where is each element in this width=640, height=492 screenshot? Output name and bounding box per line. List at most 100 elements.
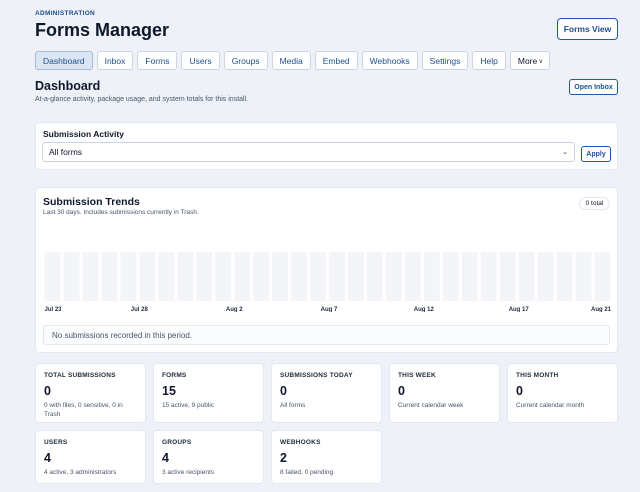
chart-bar-track [537,252,554,301]
tab-more[interactable]: More v [509,51,551,70]
chart-bar-track [120,252,137,301]
submission-activity-card: Submission Activity All forms ⌄ Apply [35,122,618,170]
stat-label: WEBHOOKS [280,439,321,446]
submission-activity-title: Submission Activity [43,129,124,139]
chevron-down-icon: ⌄ [562,149,568,156]
page-header: ADMINISTRATION Forms Manager [35,10,169,41]
stat-detail: 8 failed, 0 pending [280,469,334,476]
empty-state-message: No submissions recorded in this period. [43,325,610,345]
chart-bar-track [234,252,251,301]
total-count-badge: 0 total [579,197,610,210]
chart-bar-track [348,252,364,301]
trends-title: Submission Trends [43,196,140,208]
chart-bar-track [461,252,478,301]
page-title: Dashboard [35,79,101,93]
stat-value: 4 [162,451,169,465]
chart-bar-track [423,252,440,301]
form-filter-select[interactable]: All forms ⌄ [42,142,575,162]
page-subtitle: At-a-glance activity, package usage, and… [35,96,249,103]
stat-detail: Current calendar week [398,402,464,409]
chart-bar-track [101,252,118,301]
chart-bar-track [44,252,61,301]
chevron-down-icon: v [539,58,543,65]
stat-card-users: USERS 4 4 active, 3 administrators [35,430,146,484]
stat-label: THIS WEEK [398,372,436,379]
stat-card-forms: FORMS 15 15 active, 9 public [153,363,264,423]
app-title: Forms Manager [35,20,170,40]
chart-bar-track [215,252,232,301]
section-eyebrow: ADMINISTRATION [35,10,96,17]
stat-card-submissions-today: SUBMISSIONS TODAY 0 All forms [271,363,382,423]
stat-detail: Current calendar month [516,402,585,409]
chart-bar-track [575,252,592,301]
tab-webhooks[interactable]: Webhooks [361,51,418,70]
apply-button[interactable]: Apply [581,146,611,162]
stat-card-total-submissions: TOTAL SUBMISSIONS 0 0 with files, 0 sens… [35,363,146,423]
chart-bar-track [366,252,383,301]
x-tick-label: Aug 21 [591,307,612,312]
trends-subtitle: Last 30 days. Includes submissions curre… [43,209,199,216]
tab-settings[interactable]: Settings [421,51,469,70]
x-tick-label: Aug 12 [414,307,435,312]
main-tabs: Dashboard Inbox Forms Users Groups Media… [35,51,551,70]
chart-bar-track [196,252,213,301]
stat-label: THIS MONTH [516,372,559,379]
stat-detail: 3 active recipients [162,469,215,476]
stat-detail: 0 with files, 0 sensitive, 0 in Trash [44,402,123,418]
chart-bar-track [291,252,308,301]
chart-bar-track [556,252,573,301]
submission-trends-card: Submission Trends Last 30 days. Includes… [35,187,618,353]
tab-help[interactable]: Help [472,51,506,70]
chart-bar-track [442,252,459,301]
tab-users[interactable]: Users [181,51,220,70]
stat-label: TOTAL SUBMISSIONS [44,372,116,379]
stat-detail: 15 active, 9 public [162,402,215,409]
stat-detail: All forms [280,402,306,409]
chart-bar-track [518,252,535,301]
chart-bar-track [385,252,402,301]
stat-label: GROUPS [162,439,192,446]
chart-bar-track [63,252,80,301]
x-tick-label: Aug 17 [509,307,530,312]
stat-value: 0 [44,384,51,398]
stat-label: SUBMISSIONS TODAY [280,372,353,379]
form-filter-value: All forms [49,147,83,157]
chart-bar-track [480,252,497,301]
chart-bar-track [310,252,326,301]
stat-card-webhooks: WEBHOOKS 2 8 failed, 0 pending [271,430,382,484]
tab-embed[interactable]: Embed [314,51,358,70]
x-tick-label: Jul 23 [45,307,63,312]
x-tick-label: Aug 7 [321,307,338,312]
tab-forms[interactable]: Forms [137,51,178,70]
stat-value: 0 [516,384,523,398]
tab-dashboard[interactable]: Dashboard [35,51,93,70]
stat-card-groups: GROUPS 4 3 active recipients [153,430,264,484]
tab-media[interactable]: Media [271,51,311,70]
stat-label: FORMS [162,372,187,379]
open-inbox-button[interactable]: Open Inbox [569,79,618,95]
stat-value: 4 [44,451,51,465]
trends-chart-svg: Jul 23 Jul 28 Aug 2 Aug 7 Aug 12 Aug 17 Aug 21 [44,252,612,312]
chart-bar-track [329,252,345,301]
stat-value: 0 [398,384,405,398]
chart-bar-track [177,252,194,301]
tab-inbox[interactable]: Inbox [96,51,134,70]
stat-value: 2 [280,451,287,465]
tab-more-label: More [517,55,538,66]
chart-bar-track [82,252,99,301]
stat-label: USERS [44,439,68,446]
trends-chart: Jul 23 Jul 28 Aug 2 Aug 7 Aug 12 Aug 17 Aug 21 [43,222,612,312]
stat-value: 0 [280,384,287,398]
tab-groups[interactable]: Groups [223,51,268,70]
stat-value: 15 [162,384,176,398]
chart-bar-track [253,252,270,301]
x-tick-label: Aug 2 [226,307,243,312]
stat-card-this-month: THIS MONTH 0 Current calendar month [507,363,618,423]
x-tick-label: Jul 28 [131,307,149,312]
chart-bar-track [594,252,611,301]
chart-bar-track [272,252,289,301]
chart-bar-track [158,252,175,301]
chart-bar-track [404,252,421,301]
forms-view-button[interactable]: Forms View [557,18,618,40]
chart-bar-track [139,252,156,301]
